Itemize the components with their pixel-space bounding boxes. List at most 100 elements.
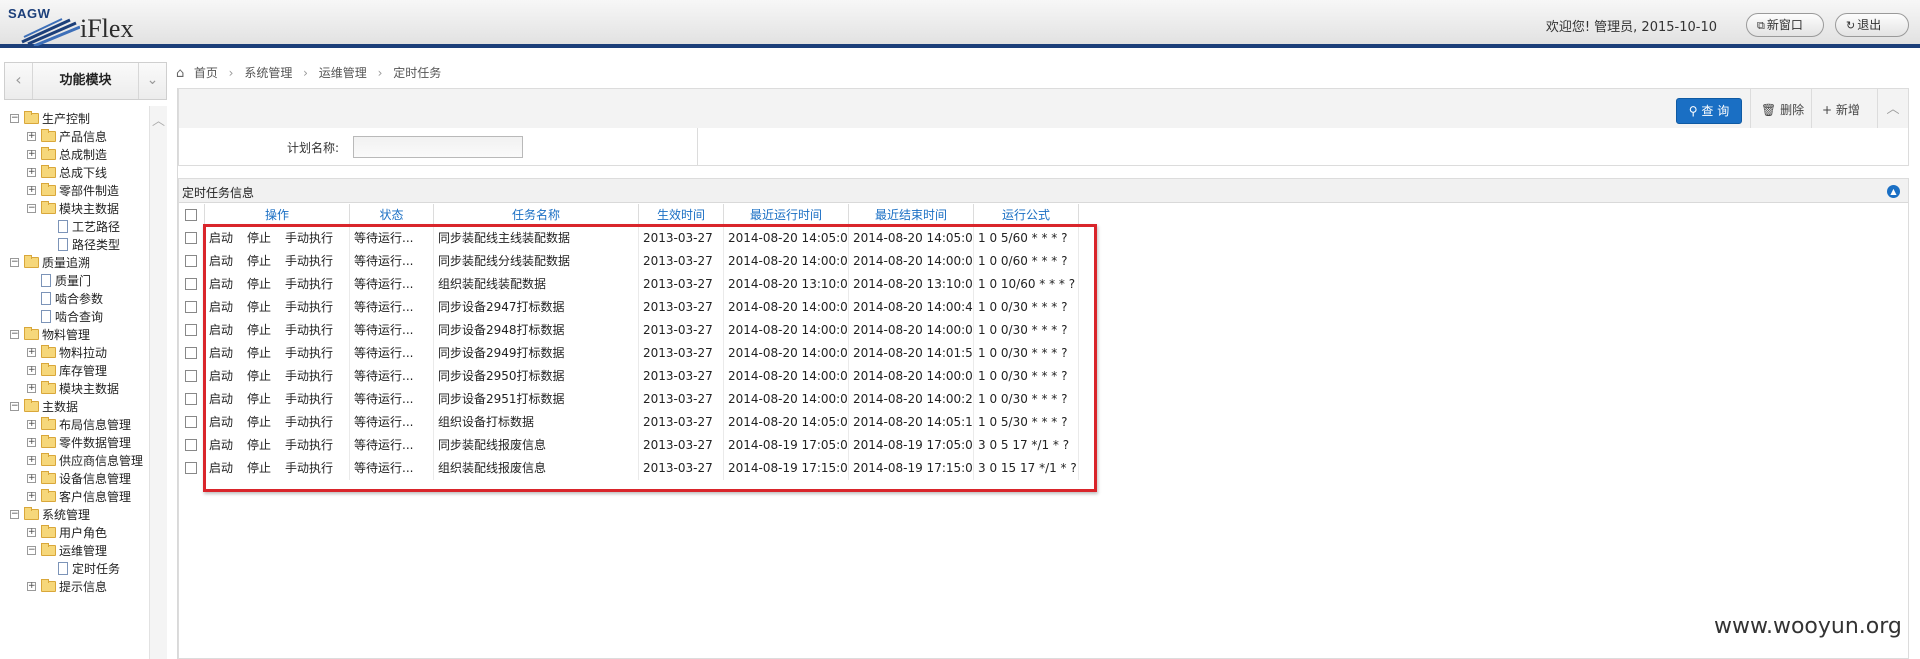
start-link[interactable]: 启动	[209, 392, 233, 406]
stop-link[interactable]: 停止	[247, 438, 271, 452]
collapse-icon[interactable]: −	[10, 330, 19, 339]
row-checkbox[interactable]	[185, 347, 197, 359]
tree-node[interactable]: + 零部件制造	[10, 182, 150, 200]
tree-node[interactable]: − 主数据	[10, 398, 150, 416]
tree-node[interactable]: + 布局信息管理	[10, 416, 150, 434]
manual-run-link[interactable]: 手动执行	[285, 254, 333, 268]
collapse-icon[interactable]: −	[10, 402, 19, 411]
stop-link[interactable]: 停止	[247, 277, 271, 291]
stop-link[interactable]: 停止	[247, 392, 271, 406]
expand-icon[interactable]: +	[27, 150, 36, 159]
tree-node[interactable]: − 系统管理	[10, 506, 150, 524]
start-link[interactable]: 启动	[209, 254, 233, 268]
row-checkbox[interactable]	[185, 278, 197, 290]
stop-link[interactable]: 停止	[247, 369, 271, 383]
query-button[interactable]: ⚲ 查 询	[1676, 98, 1742, 124]
tree-node[interactable]: + 设备信息管理	[10, 470, 150, 488]
tree-node[interactable]: + 总成下线	[10, 164, 150, 182]
tree-node[interactable]: + 客户信息管理	[10, 488, 150, 506]
col-last-run[interactable]: 最近运行时间	[724, 204, 849, 227]
expand-icon[interactable]: +	[27, 186, 36, 195]
col-name[interactable]: 任务名称	[434, 204, 639, 227]
row-checkbox[interactable]	[185, 255, 197, 267]
tree-node[interactable]: − 物料管理	[10, 326, 150, 344]
start-link[interactable]: 启动	[209, 461, 233, 475]
chevron-left-icon[interactable]: ‹	[5, 63, 33, 99]
tree-node[interactable]: + 物料拉动	[10, 344, 150, 362]
chevron-up-icon[interactable]: ︿	[150, 110, 167, 129]
row-checkbox[interactable]	[185, 370, 197, 382]
row-checkbox[interactable]	[185, 232, 197, 244]
collapse-icon[interactable]: −	[27, 546, 36, 555]
manual-run-link[interactable]: 手动执行	[285, 369, 333, 383]
stop-link[interactable]: 停止	[247, 461, 271, 475]
collapse-icon[interactable]: ▲	[1887, 185, 1900, 198]
col-ops[interactable]: 操作	[205, 204, 350, 227]
tree-node[interactable]: 路径类型	[10, 236, 150, 254]
tree-node[interactable]: + 用户角色	[10, 524, 150, 542]
plan-name-input[interactable]	[353, 136, 523, 158]
tree-node[interactable]: + 提示信息	[10, 578, 150, 596]
breadcrumb-ops[interactable]: 运维管理	[319, 64, 367, 81]
row-checkbox[interactable]	[185, 301, 197, 313]
row-checkbox[interactable]	[185, 324, 197, 336]
col-status[interactable]: 状态	[350, 204, 434, 227]
expand-icon[interactable]: +	[27, 582, 36, 591]
tree-node[interactable]: − 模块主数据	[10, 200, 150, 218]
new-window-button[interactable]: ⧉ 新窗口	[1746, 13, 1824, 37]
expand-icon[interactable]: +	[27, 420, 36, 429]
breadcrumb-system[interactable]: 系统管理	[244, 64, 292, 81]
expand-icon[interactable]: +	[27, 528, 36, 537]
tree-node[interactable]: − 运维管理	[10, 542, 150, 560]
expand-icon[interactable]: +	[27, 348, 36, 357]
expand-icon[interactable]: +	[27, 168, 36, 177]
expand-icon[interactable]: +	[27, 384, 36, 393]
stop-link[interactable]: 停止	[247, 415, 271, 429]
manual-run-link[interactable]: 手动执行	[285, 346, 333, 360]
start-link[interactable]: 启动	[209, 369, 233, 383]
logout-button[interactable]: ↻ 退出	[1835, 13, 1909, 37]
delete-button[interactable]: 🗑 删除	[1750, 89, 1811, 131]
manual-run-link[interactable]: 手动执行	[285, 300, 333, 314]
manual-run-link[interactable]: 手动执行	[285, 277, 333, 291]
tree-node[interactable]: 质量门	[10, 272, 150, 290]
tree-node[interactable]: − 生产控制	[10, 110, 150, 128]
start-link[interactable]: 启动	[209, 323, 233, 337]
manual-run-link[interactable]: 手动执行	[285, 438, 333, 452]
col-effective[interactable]: 生效时间	[639, 204, 724, 227]
expand-icon[interactable]: +	[27, 132, 36, 141]
collapse-icon[interactable]: −	[10, 510, 19, 519]
stop-link[interactable]: 停止	[247, 254, 271, 268]
start-link[interactable]: 启动	[209, 300, 233, 314]
stop-link[interactable]: 停止	[247, 300, 271, 314]
expand-icon[interactable]: +	[27, 438, 36, 447]
app-logo[interactable]: SAGW iFlex	[8, 4, 148, 46]
tree-node[interactable]: + 零件数据管理	[10, 434, 150, 452]
tree-scrollbar[interactable]: ︿	[149, 106, 167, 659]
tree-node[interactable]: + 产品信息	[10, 128, 150, 146]
col-last-end[interactable]: 最近结束时间	[849, 204, 974, 227]
row-checkbox[interactable]	[185, 416, 197, 428]
start-link[interactable]: 启动	[209, 438, 233, 452]
row-checkbox[interactable]	[185, 462, 197, 474]
tree-node[interactable]: 工艺路径	[10, 218, 150, 236]
expand-icon[interactable]: +	[27, 474, 36, 483]
manual-run-link[interactable]: 手动执行	[285, 461, 333, 475]
tree-node[interactable]: 啮合参数	[10, 290, 150, 308]
tree-node[interactable]: + 总成制造	[10, 146, 150, 164]
tree-node[interactable]: 定时任务	[10, 560, 150, 578]
add-button[interactable]: + 新增	[1811, 89, 1877, 131]
tree-node[interactable]: + 库存管理	[10, 362, 150, 380]
manual-run-link[interactable]: 手动执行	[285, 231, 333, 245]
stop-link[interactable]: 停止	[247, 231, 271, 245]
collapse-icon[interactable]: −	[27, 204, 36, 213]
manual-run-link[interactable]: 手动执行	[285, 392, 333, 406]
tree-node[interactable]: + 供应商信息管理	[10, 452, 150, 470]
start-link[interactable]: 启动	[209, 415, 233, 429]
tree-node[interactable]: 啮合查询	[10, 308, 150, 326]
stop-link[interactable]: 停止	[247, 323, 271, 337]
manual-run-link[interactable]: 手动执行	[285, 415, 333, 429]
chevron-down-icon[interactable]: ⌄	[138, 63, 166, 99]
collapse-icon[interactable]: −	[10, 114, 19, 123]
select-all-checkbox[interactable]	[185, 209, 197, 221]
